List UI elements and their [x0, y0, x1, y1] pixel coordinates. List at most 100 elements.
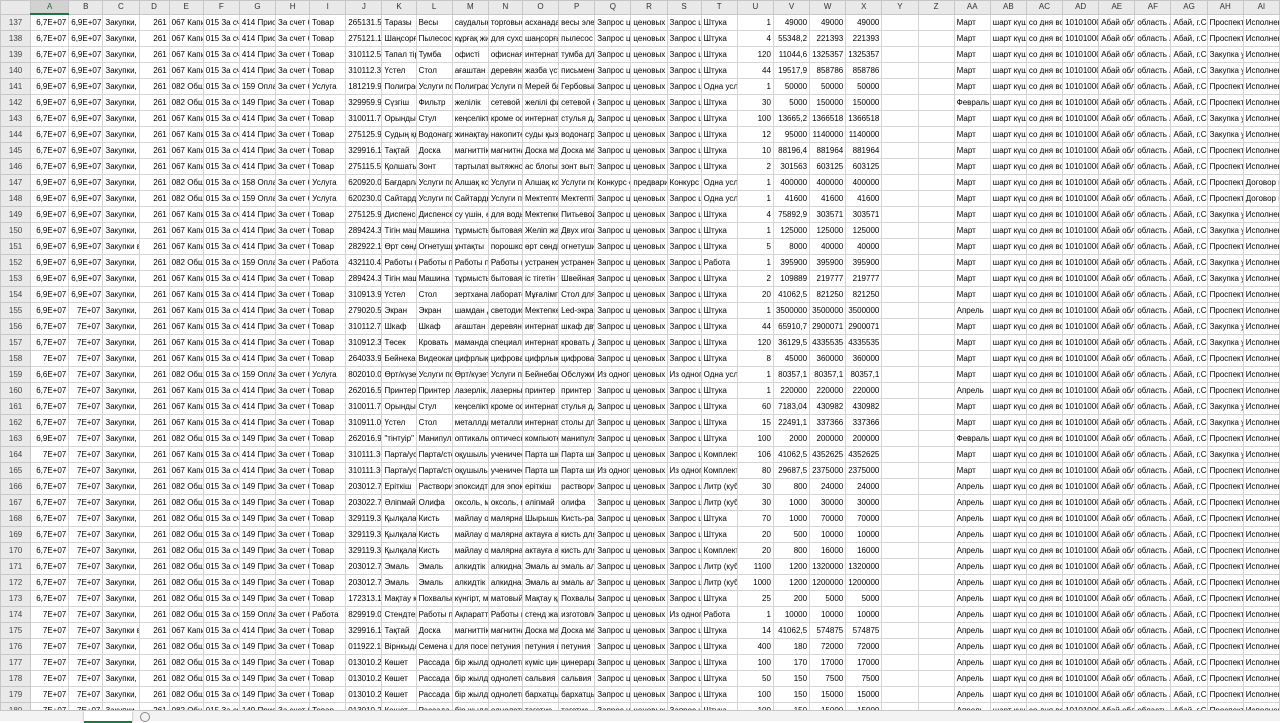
- cell-e[interactable]: 067 Капита: [168, 302, 204, 319]
- cell-y[interactable]: [881, 606, 919, 623]
- cell-ag[interactable]: Абай, г.Се: [1170, 78, 1208, 95]
- cell-c[interactable]: Закупки, не: [102, 462, 140, 479]
- cell-ah[interactable]: Проспект М: [1206, 574, 1244, 591]
- cell-w[interactable]: 337366: [809, 414, 847, 431]
- cell-ai[interactable]: Исполнен: [1242, 414, 1280, 431]
- cell-k[interactable]: Тапал тірег: [381, 46, 417, 63]
- cell-i[interactable]: Товар: [309, 590, 347, 607]
- cell-f[interactable]: 015 За счет: [202, 478, 240, 495]
- cell-k[interactable]: Тігін машин: [381, 222, 417, 239]
- cell-u[interactable]: 30: [736, 494, 774, 511]
- cell-x[interactable]: 219777: [845, 270, 883, 287]
- cell-ag[interactable]: Абай, г.Се: [1170, 238, 1208, 255]
- cell-ae[interactable]: Абай обла: [1098, 558, 1136, 575]
- cell-c[interactable]: Закупки, не: [102, 13, 140, 31]
- cell-y[interactable]: [881, 446, 919, 463]
- cell-j[interactable]: 262016.50: [345, 382, 383, 399]
- cell-w[interactable]: 150000: [809, 94, 847, 111]
- cell-ad[interactable]: 10101000: [1062, 318, 1100, 335]
- cell-ah[interactable]: Закупка у с: [1206, 62, 1244, 79]
- cell-a[interactable]: 6,7E+07: [30, 526, 70, 543]
- cell-n[interactable]: кроме офи: [487, 110, 523, 127]
- cell-c[interactable]: Закупки, не: [102, 318, 140, 335]
- cell-q[interactable]: Запрос це: [594, 542, 632, 559]
- cell-b[interactable]: 7E+07: [68, 702, 104, 710]
- cell-j[interactable]: 310911.00: [345, 414, 383, 431]
- cell-q[interactable]: Запрос це: [594, 126, 632, 143]
- cell-c[interactable]: Закупки в с: [102, 622, 140, 639]
- cell-t[interactable]: Штука: [700, 318, 738, 335]
- cell-a[interactable]: 6,7E+07: [30, 126, 70, 143]
- cell-b[interactable]: 7E+07: [68, 430, 104, 447]
- cell-ah[interactable]: Проспект М: [1206, 638, 1244, 655]
- cell-f[interactable]: 015 За счет: [202, 686, 240, 703]
- cell-z[interactable]: [917, 206, 955, 223]
- cell-m[interactable]: майлау ор: [451, 542, 489, 559]
- column-header-n[interactable]: N: [487, 0, 523, 15]
- cell-j[interactable]: 264033.90: [345, 350, 383, 367]
- cell-t[interactable]: Штука: [700, 13, 738, 31]
- cell-u[interactable]: 20: [736, 526, 774, 543]
- cell-v[interactable]: 150: [772, 686, 811, 703]
- cell-j[interactable]: 013010.21: [345, 654, 383, 671]
- cell-ad[interactable]: 10101000: [1062, 238, 1100, 255]
- cell-ai[interactable]: Исполнен: [1242, 702, 1280, 710]
- cell-s[interactable]: Запрос це: [666, 638, 702, 655]
- cell-v[interactable]: 125000: [772, 222, 811, 239]
- cell-n[interactable]: светодиод: [487, 302, 523, 319]
- cell-ae[interactable]: Абай обла: [1098, 654, 1136, 671]
- cell-ab[interactable]: шарт күшіі: [989, 30, 1027, 47]
- cell-f[interactable]: 015 За счет: [202, 414, 240, 431]
- cell-a[interactable]: 6,7E+07: [30, 334, 70, 351]
- cell-k[interactable]: Тігін машин: [381, 270, 417, 287]
- cell-i[interactable]: Товар: [309, 13, 347, 31]
- cell-aa[interactable]: Март: [953, 254, 991, 271]
- cell-l[interactable]: Шкаф: [415, 318, 453, 335]
- cell-ae[interactable]: Абай обла: [1098, 350, 1136, 367]
- cell-z[interactable]: [917, 222, 955, 239]
- cell-t[interactable]: Штука: [700, 62, 738, 79]
- cell-ab[interactable]: шарт күшіі: [989, 366, 1027, 383]
- cell-p[interactable]: Доска магн: [558, 142, 596, 159]
- cell-m[interactable]: для посева: [451, 638, 489, 655]
- cell-u[interactable]: 10: [736, 142, 774, 159]
- cell-b[interactable]: 7E+07: [68, 382, 104, 399]
- cell-a[interactable]: 6,9E+07: [30, 94, 70, 111]
- cell-j[interactable]: 279020.50: [345, 302, 383, 319]
- cell-u[interactable]: 2: [736, 270, 774, 287]
- cell-aa[interactable]: Март: [953, 78, 991, 95]
- cell-k[interactable]: Эмаль: [381, 558, 417, 575]
- cell-y[interactable]: [881, 110, 919, 127]
- cell-c[interactable]: Закупки, не: [102, 414, 140, 431]
- cell-v[interactable]: 500: [772, 526, 811, 543]
- cell-b[interactable]: 7E+07: [68, 670, 104, 687]
- cell-y[interactable]: [881, 542, 919, 559]
- cell-l[interactable]: Манипуля: [415, 430, 453, 447]
- cell-a[interactable]: 6,9E+07: [30, 78, 70, 95]
- cell-o[interactable]: тагетис: [521, 702, 560, 710]
- cell-a[interactable]: 6,7E+07: [30, 574, 70, 591]
- cell-n[interactable]: накопител: [487, 126, 523, 143]
- cell-w[interactable]: 1325357: [809, 46, 847, 63]
- cell-p[interactable]: весы элект: [558, 13, 596, 31]
- cell-g[interactable]: 414 Приоб: [238, 206, 277, 223]
- cell-ag[interactable]: Абай, г.Се: [1170, 366, 1208, 383]
- cell-x[interactable]: 150000: [845, 94, 883, 111]
- cell-a[interactable]: 6,7E+07: [30, 46, 70, 63]
- cell-d[interactable]: 261: [138, 526, 170, 543]
- cell-m[interactable]: Полиграфи: [451, 78, 489, 95]
- cell-t[interactable]: Штука: [700, 222, 738, 239]
- cell-c[interactable]: Закупки, не: [102, 30, 140, 47]
- cell-ab[interactable]: шарт күшіі: [989, 222, 1027, 239]
- cell-l[interactable]: Стул: [415, 398, 453, 415]
- cell-j[interactable]: 829919.00: [345, 606, 383, 623]
- cell-n[interactable]: кроме офи: [487, 398, 523, 415]
- cell-r[interactable]: ценовых пред: [630, 654, 668, 671]
- cell-ab[interactable]: шарт күшіі: [989, 654, 1027, 671]
- cell-t[interactable]: Штука: [700, 398, 738, 415]
- cell-a[interactable]: 7E+07: [30, 622, 70, 639]
- cell-k[interactable]: Таразы: [381, 13, 417, 31]
- cell-v[interactable]: 55348,2: [772, 30, 811, 47]
- cell-u[interactable]: 2: [736, 158, 774, 175]
- cell-k[interactable]: Полиграфи: [381, 78, 417, 95]
